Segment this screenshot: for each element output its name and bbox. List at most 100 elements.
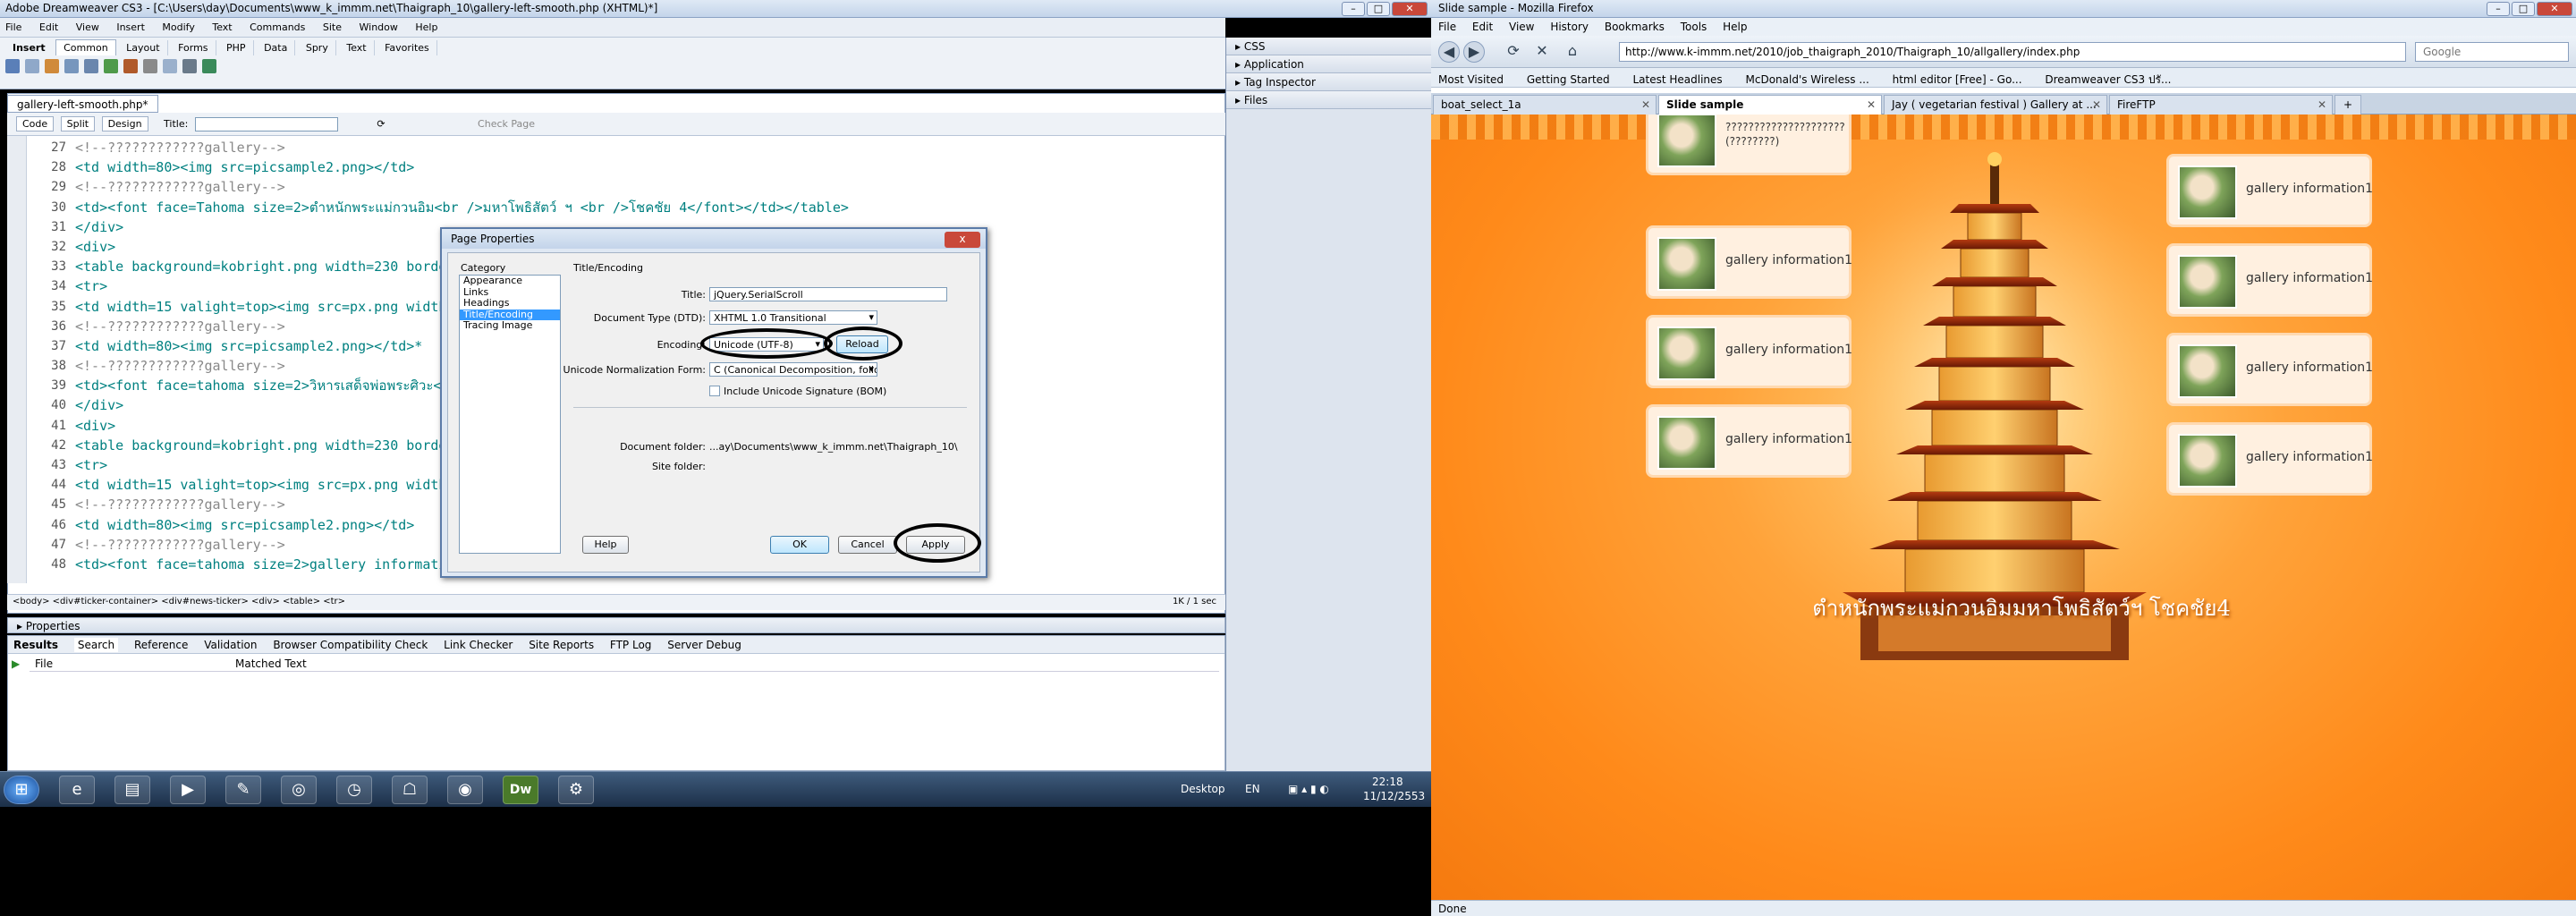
bookmark-html-editor[interactable]: html editor [Free] - Go... <box>1893 73 2022 86</box>
bookmark-getting-started[interactable]: Getting Started <box>1527 73 1610 86</box>
help-button[interactable]: Help <box>582 536 629 554</box>
tab-forms[interactable]: Forms <box>171 40 216 55</box>
code-line[interactable]: <td width=80><img src=picsample2.png></t… <box>75 157 1202 177</box>
bookmark-mcdonalds[interactable]: McDonald's Wireless ... <box>1746 73 1869 86</box>
tab-favorites[interactable]: Favorites <box>377 40 437 55</box>
document-tab[interactable]: gallery-left-smooth.php* <box>7 95 158 113</box>
menu-view[interactable]: View <box>76 21 99 33</box>
menu-modify[interactable]: Modify <box>162 21 194 33</box>
code-line[interactable]: <!--????????????gallery--> <box>75 177 1202 197</box>
email-link-icon[interactable] <box>25 59 39 73</box>
tab-fireftp[interactable]: FireFTP ✕ <box>2109 95 2333 114</box>
refresh-icon[interactable]: ⟳ <box>377 118 385 130</box>
ff-menu-tools[interactable]: Tools <box>1681 21 1707 33</box>
menu-insert[interactable]: Insert <box>116 21 145 33</box>
back-icon[interactable]: ◀ <box>1438 41 1460 63</box>
tab-common[interactable]: Common <box>55 39 116 55</box>
tab-link-checker[interactable]: Link Checker <box>444 639 513 651</box>
hyperlink-icon[interactable] <box>5 59 20 73</box>
dialog-close-button[interactable]: x <box>945 232 980 248</box>
chrome-icon[interactable]: ◎ <box>281 776 317 804</box>
new-tab-button[interactable]: + <box>2334 95 2361 114</box>
title-field[interactable]: jQuery.SerialScroll <box>709 287 947 301</box>
close-button[interactable]: ✕ <box>1392 2 1428 16</box>
bookmark-most-visited[interactable]: Most Visited <box>1438 73 1504 86</box>
category-tracing-image[interactable]: Tracing Image <box>460 319 560 332</box>
check-page-button[interactable]: Check Page <box>478 118 535 130</box>
tab-search[interactable]: Search <box>73 638 119 652</box>
tab-browser-compat[interactable]: Browser Compatibility Check <box>273 639 428 651</box>
clock-time[interactable]: 22:18 <box>1372 776 1403 788</box>
forward-icon[interactable]: ▶ <box>1463 41 1485 63</box>
desktop-toolbar[interactable]: Desktop <box>1181 783 1225 795</box>
clock-date[interactable]: 11/12/2553 <box>1363 790 1425 802</box>
design-view-button[interactable]: Design <box>101 116 148 131</box>
gallery-card[interactable]: gallery information1 <box>1646 225 1852 299</box>
properties-panel[interactable]: ▸ Properties <box>7 617 1225 633</box>
ff-menu-view[interactable]: View <box>1509 21 1534 33</box>
layer-icon[interactable] <box>84 59 98 73</box>
gallery-card[interactable]: gallery information1 <box>2166 333 2373 406</box>
menu-file[interactable]: File <box>5 21 21 33</box>
tag-selector-path[interactable]: <body> <div#ticker-container> <div#news-… <box>13 597 345 606</box>
tab-php[interactable]: PHP <box>219 40 254 55</box>
tab-layout[interactable]: Layout <box>119 40 168 55</box>
media-icon[interactable] <box>123 59 138 73</box>
tab-validation[interactable]: Validation <box>204 639 257 651</box>
maximize-button[interactable]: □ <box>2512 2 2535 16</box>
menu-edit[interactable]: Edit <box>39 21 58 33</box>
doctype-select[interactable]: XHTML 1.0 Transitional <box>709 310 877 325</box>
templates-icon[interactable] <box>182 59 197 73</box>
split-view-button[interactable]: Split <box>60 116 96 131</box>
tray-icons[interactable]: ▣ ▴ ▮ ◐ <box>1288 783 1329 795</box>
tab-slide-sample[interactable]: Slide sample ✕ <box>1658 95 1882 115</box>
minimize-button[interactable]: – <box>2487 2 2510 16</box>
explorer-icon[interactable]: ▤ <box>114 776 150 804</box>
tab-text[interactable]: Text <box>339 40 375 55</box>
bookmark-latest-headlines[interactable]: Latest Headlines <box>1632 73 1722 86</box>
panel-css[interactable]: ▸ CSS <box>1226 38 1431 55</box>
menu-commands[interactable]: Commands <box>250 21 305 33</box>
close-tab-icon[interactable]: ✕ <box>1641 98 1650 111</box>
tab-site-reports[interactable]: Site Reports <box>529 639 594 651</box>
panel-application[interactable]: ▸ Application <box>1226 55 1431 73</box>
gallery-card[interactable]: gallery information1 <box>2166 243 2373 317</box>
gallery-card[interactable]: ????????????????????? (????????) <box>1646 114 1852 175</box>
minimize-button[interactable]: – <box>1342 2 1365 16</box>
bookmark-dreamweaver[interactable]: Dreamweaver CS3 ปรั... <box>2045 73 2171 86</box>
home-icon[interactable]: ⌂ <box>1562 41 1583 63</box>
tab-ftp-log[interactable]: FTP Log <box>610 639 652 651</box>
pin-icon[interactable]: ✎ <box>225 776 261 804</box>
ff-menu-history[interactable]: History <box>1550 21 1589 33</box>
play-icon[interactable]: ▶ <box>12 657 20 670</box>
language-indicator[interactable]: EN <box>1245 783 1260 795</box>
ie-icon[interactable]: e <box>59 776 95 804</box>
menu-text[interactable]: Text <box>212 21 232 33</box>
close-button[interactable]: ✕ <box>2537 2 2572 16</box>
title-input[interactable] <box>194 117 338 131</box>
code-line[interactable]: <td><font face=Tahoma size=2>ตำหนักพระแม… <box>75 198 1202 217</box>
close-tab-icon[interactable]: ✕ <box>2092 98 2101 111</box>
image-icon[interactable] <box>104 59 118 73</box>
tab-data[interactable]: Data <box>257 40 296 55</box>
network-app-icon[interactable]: ☖ <box>392 776 428 804</box>
tab-reference[interactable]: Reference <box>134 639 188 651</box>
firefox-taskbar-icon[interactable]: ◉ <box>447 776 483 804</box>
tab-jay-gallery[interactable]: Jay ( vegetarian festival ) Gallery at .… <box>1884 95 2107 114</box>
tab-spry[interactable]: Spry <box>299 40 336 55</box>
normalization-select[interactable]: C (Canonical Decomposition, follow <box>709 362 877 377</box>
ff-menu-help[interactable]: Help <box>1723 21 1747 33</box>
maximize-button[interactable]: □ <box>1367 2 1390 16</box>
dreamweaver-taskbar-icon[interactable]: Dw <box>503 776 538 804</box>
ok-button[interactable]: OK <box>770 536 829 554</box>
bom-checkbox[interactable] <box>709 386 720 396</box>
ff-menu-edit[interactable]: Edit <box>1472 21 1493 33</box>
stop-icon[interactable]: ✕ <box>1531 41 1553 63</box>
ff-menu-bookmarks[interactable]: Bookmarks <box>1605 21 1665 33</box>
menu-window[interactable]: Window <box>360 21 398 33</box>
code-view-button[interactable]: Code <box>16 116 55 131</box>
start-button[interactable]: ⊞ <box>4 776 39 804</box>
gallery-card[interactable]: gallery information1 <box>2166 422 2373 496</box>
gallery-card[interactable]: gallery information1 <box>1646 315 1852 388</box>
clock-app-icon[interactable]: ◷ <box>336 776 372 804</box>
